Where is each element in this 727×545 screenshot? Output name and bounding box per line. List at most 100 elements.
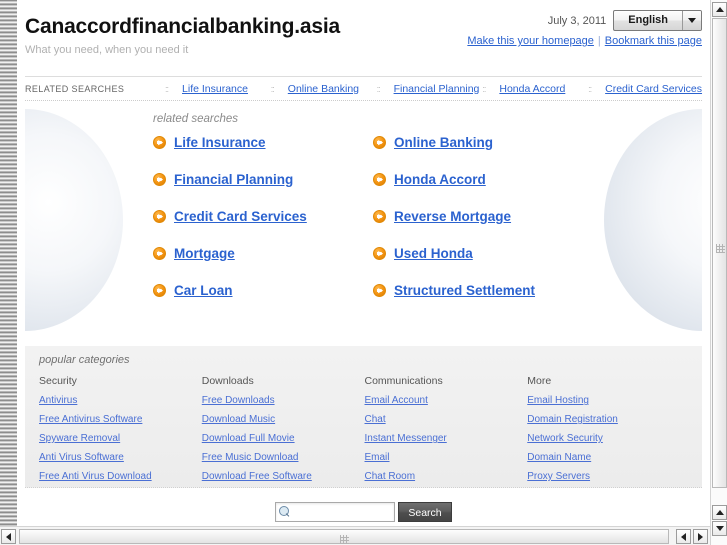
related-search-strip-link[interactable]: Life Insurance [182,83,248,95]
related-search-link[interactable]: Online Banking [394,135,493,150]
category-column-title: Downloads [201,375,254,387]
category-link[interactable]: Free Antivirus Software [39,414,202,425]
bookmark-page-link[interactable]: Bookmark this page [605,35,702,47]
related-search-item[interactable]: ▸ Credit Card Services [153,209,373,224]
search-input[interactable] [291,505,394,519]
scroll-left-button-secondary[interactable] [676,529,691,544]
popular-categories-grid: Security Antivirus Free Antivirus Softwa… [39,375,690,490]
related-search-item[interactable]: ▸ Structured Settlement [373,283,702,298]
category-link[interactable]: Network Security [527,433,690,444]
related-search-item[interactable]: ▸ Reverse Mortgage [373,209,702,224]
related-search-strip-item: :: Online Banking [271,83,377,95]
dots-separator-icon: :: [270,83,275,94]
related-search-item[interactable]: ▸ Car Loan [153,283,373,298]
scroll-up-button[interactable] [712,2,727,17]
related-search-link[interactable]: Financial Planning [174,172,293,187]
category-column-communications: Communications Email Account Chat Instan… [365,375,528,490]
bottom-search-area: Search [17,502,710,522]
main-content: related searches ▸ Life Insurance ▸ Onli… [25,101,702,338]
related-search-item[interactable]: ▸ Financial Planning [153,172,373,187]
related-search-item[interactable]: ▸ Online Banking [373,135,702,150]
related-search-link[interactable]: Reverse Mortgage [394,209,511,224]
related-search-link[interactable]: Used Honda [394,246,473,261]
scrollbar-grip-icon [340,535,349,544]
category-link[interactable]: Domain Name [527,452,690,463]
category-column-more: More Email Hosting Domain Registration N… [527,375,690,490]
category-link[interactable]: Domain Registration [527,414,690,425]
arrow-circle-icon: ▸ [373,284,386,297]
related-search-strip-item: :: Financial Planning [377,83,483,95]
category-link[interactable]: Download Full Movie [202,433,365,444]
related-search-strip-item: :: Honda Accord [482,83,588,95]
category-link[interactable]: Instant Messenger [365,433,528,444]
language-select[interactable]: English [613,10,702,31]
related-search-item[interactable]: ▸ Mortgage [153,246,373,261]
related-search-strip-link[interactable]: Honda Accord [499,83,565,95]
category-link[interactable]: Chat [365,414,528,425]
category-link[interactable]: Antivirus [39,395,202,406]
chevron-down-icon [682,11,701,30]
language-select-value: English [628,14,668,26]
related-search-item[interactable]: ▸ Life Insurance [153,135,373,150]
scroll-up-button-secondary[interactable] [712,505,727,520]
related-search-link[interactable]: Credit Card Services [174,209,307,224]
arrow-circle-icon: ▸ [373,247,386,260]
horizontal-scroll-button-pair [676,529,708,544]
category-link[interactable]: Chat Room [365,471,528,482]
related-search-item[interactable]: ▸ Used Honda [373,246,702,261]
category-link[interactable]: Download Music [202,414,365,425]
vertical-scrollbar-thumb[interactable] [712,18,727,488]
category-column-downloads: Downloads Free Downloads Download Music … [202,375,365,490]
category-link[interactable]: Proxy Servers [527,471,690,482]
related-search-link[interactable]: Car Loan [174,283,233,298]
popular-categories-panel: popular categories Security Antivirus Fr… [25,346,702,488]
horizontal-scrollbar[interactable] [0,526,710,545]
arrow-circle-icon: ▸ [373,136,386,149]
dots-separator-icon: :: [165,83,169,94]
related-search-link[interactable]: Structured Settlement [394,283,535,298]
page-header: Canaccordfinancialbanking.asia What you … [17,0,710,70]
category-link[interactable]: Free Music Download [202,452,365,463]
vertical-scrollbar[interactable] [710,0,727,545]
category-link[interactable]: Email Account [365,395,528,406]
category-link[interactable]: Download Free Software [202,471,365,482]
related-search-strip-link[interactable]: Financial Planning [394,83,480,95]
dots-separator-icon: :: [588,83,592,94]
arrow-circle-icon: ▸ [373,173,386,186]
scrollbar-grip-icon [716,244,725,253]
related-search-link[interactable]: Honda Accord [394,172,486,187]
arrow-circle-icon: ▸ [153,210,166,223]
category-link[interactable]: Free Downloads [202,395,365,406]
category-column-title: More [527,375,552,387]
related-searches-strip-label: RELATED SEARCHES [25,83,125,94]
arrow-circle-icon: ▸ [373,210,386,223]
related-search-item[interactable]: ▸ Honda Accord [373,172,702,187]
related-search-strip-link[interactable]: Online Banking [288,83,359,95]
related-searches-heading: related searches [153,113,239,125]
scroll-down-button[interactable] [712,521,727,536]
search-button[interactable]: Search [398,502,452,522]
category-link[interactable]: Spyware Removal [39,433,202,444]
link-divider: | [597,35,601,47]
arrow-circle-icon: ▸ [153,284,166,297]
category-column-security: Security Antivirus Free Antivirus Softwa… [39,375,202,490]
scroll-right-button[interactable] [693,529,708,544]
left-gutter-decoration [0,0,17,526]
related-search-link[interactable]: Mortgage [174,246,235,261]
related-search-strip-link[interactable]: Credit Card Services [605,83,702,95]
category-link[interactable]: Free Anti Virus Download [39,471,202,482]
category-link[interactable]: Email [365,452,528,463]
current-date: July 3, 2011 [547,14,607,27]
scroll-left-button[interactable] [1,529,16,544]
arrow-circle-icon: ▸ [153,136,166,149]
search-box[interactable] [275,502,395,522]
make-homepage-link[interactable]: Make this your homepage [467,35,594,47]
related-search-strip-item: :: Credit Card Services [588,83,702,95]
browser-window: Canaccordfinancialbanking.asia What you … [0,0,727,545]
related-searches-strip: RELATED SEARCHES :: Life Insurance :: On… [25,76,702,101]
horizontal-scrollbar-thumb[interactable] [19,529,669,544]
related-searches-strip-links: :: Life Insurance :: Online Banking :: F… [165,83,702,95]
category-link[interactable]: Email Hosting [527,395,690,406]
related-search-link[interactable]: Life Insurance [174,135,266,150]
category-link[interactable]: Anti Virus Software [39,452,202,463]
